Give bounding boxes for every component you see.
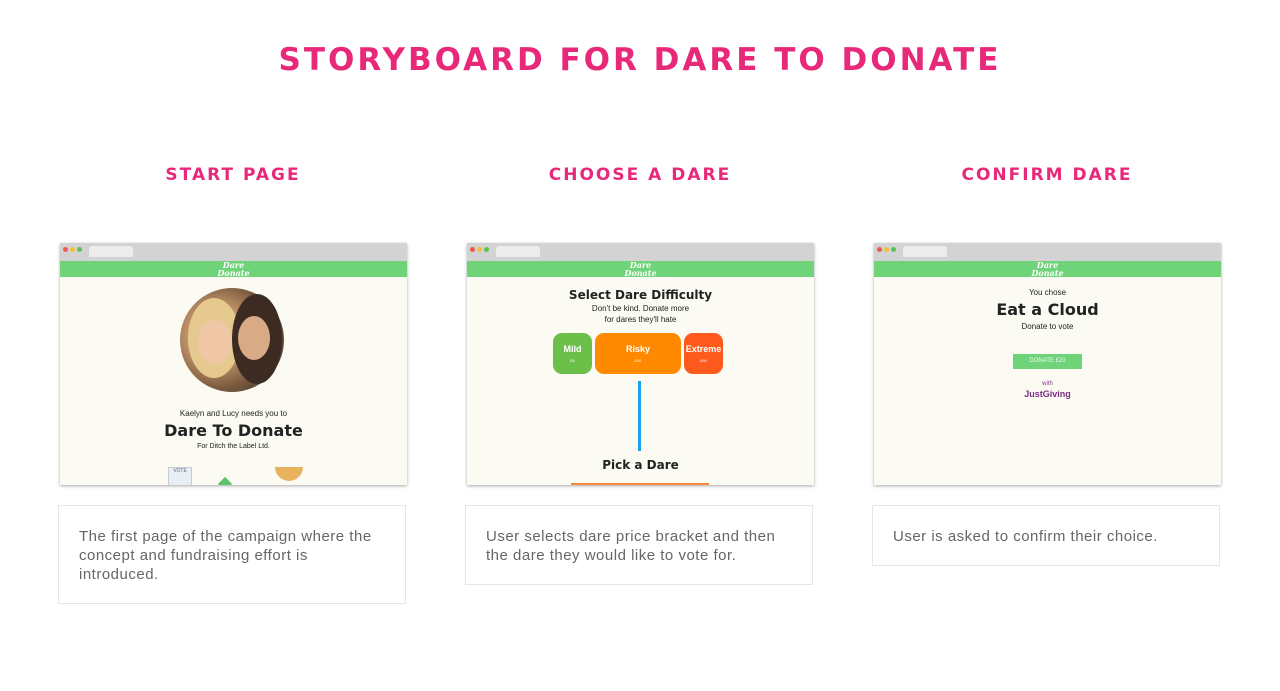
maximize-dot-icon: [77, 247, 82, 252]
money-icon: [217, 476, 233, 485]
column-heading-choose-a-dare: CHOOSE A DARE: [548, 165, 732, 185]
option-label: Risky: [625, 344, 651, 354]
column-heading-confirm-dare: CONFIRM DARE: [961, 165, 1133, 185]
confirm-dare-description: User is asked to confirm their choice.: [872, 505, 1220, 566]
site-header: Dare Donate: [874, 261, 1221, 277]
campaign-title: Dare To Donate: [164, 421, 303, 440]
minimize-dot-icon: [70, 247, 75, 252]
selection-connector: [638, 381, 641, 451]
vote-box-icon: VOTE: [168, 467, 192, 485]
subtitle-line-2: for dares they'll hate: [604, 315, 677, 324]
browser-chrome: [60, 243, 407, 261]
close-dot-icon: [877, 247, 882, 252]
close-dot-icon: [63, 247, 68, 252]
with-text: with: [1042, 381, 1053, 387]
risky-option-button[interactable]: Risky £20: [595, 333, 681, 374]
start-page-mockup: Dare Donate Kaelyn and Lucy needs you to …: [60, 243, 407, 485]
dare-to-donate-logo: Dare Donate: [1031, 260, 1064, 278]
vote-badge: VOTE: [173, 468, 187, 474]
site-header: Dare Donate: [60, 261, 407, 277]
start-page-description: The first page of the campaign where the…: [58, 505, 406, 604]
site-header: Dare Donate: [467, 261, 814, 277]
option-price: £5: [570, 358, 575, 363]
option-label: Mild: [563, 344, 582, 354]
close-dot-icon: [470, 247, 475, 252]
invite-text: Kaelyn and Lucy needs you to: [179, 409, 288, 418]
browser-chrome: [467, 243, 814, 261]
choose-dare-description: User selects dare price bracket and then…: [465, 505, 813, 585]
choose-dare-mockup: Dare Donate Select Dare Difficulty Don't …: [467, 243, 814, 485]
dare-to-donate-logo: Dare Donate: [624, 260, 657, 278]
option-price: £50: [700, 358, 707, 363]
justgiving-logo: JustGiving: [1024, 389, 1071, 399]
you-chose-text: You chose: [1028, 288, 1067, 297]
maximize-dot-icon: [891, 247, 896, 252]
browser-tab: [89, 246, 133, 257]
subtitle-line-1: Don't be kind. Donate more: [591, 304, 690, 313]
minimize-dot-icon: [477, 247, 482, 252]
browser-chrome: [874, 243, 1221, 261]
option-price: £20: [634, 358, 642, 363]
dare-name: Eat a Cloud: [996, 300, 1099, 319]
trophy-icon: [275, 467, 303, 481]
browser-tab: [496, 246, 540, 257]
extreme-option-button[interactable]: Extreme £50: [684, 333, 723, 374]
pick-underline: [571, 483, 709, 485]
select-difficulty-title: Select Dare Difficulty: [568, 288, 713, 302]
maximize-dot-icon: [484, 247, 489, 252]
mild-option-button[interactable]: Mild £5: [553, 333, 592, 374]
page-title: STORYBOARD FOR DARE TO DONATE: [278, 42, 1002, 78]
option-label: Extreme: [685, 344, 722, 354]
column-heading-start-page: START PAGE: [165, 165, 301, 185]
browser-tab: [903, 246, 947, 257]
charity-text: For Ditch the Label Ltd.: [197, 443, 270, 450]
confirm-dare-mockup: Dare Donate You chose Eat a Cloud Donate …: [874, 243, 1221, 485]
minimize-dot-icon: [884, 247, 889, 252]
pick-a-dare-label: Pick a Dare: [602, 458, 679, 472]
dare-to-donate-logo: Dare Donate: [217, 260, 250, 278]
donate-to-vote-text: Donate to vote: [1021, 322, 1074, 331]
donate-button[interactable]: DONATE £20: [1013, 354, 1082, 369]
campaigners-photo: [180, 288, 284, 392]
